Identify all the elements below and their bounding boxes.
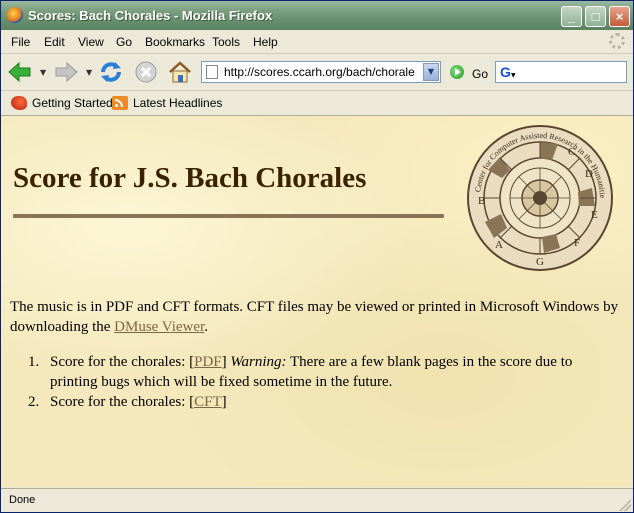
- list-item: 1. Score for the chorales: [PDF] Warning…: [10, 352, 620, 392]
- back-dropdown-icon[interactable]: ▼: [40, 68, 46, 77]
- bracket-close: ]: [221, 394, 227, 410]
- logo-letter-g: G: [536, 256, 544, 268]
- score-list: 1. Score for the chorales: [PDF] Warning…: [10, 352, 620, 412]
- ccarh-logo: Center for Computer Assisted Research in…: [464, 122, 613, 271]
- bookmark-getting-started[interactable]: Getting Started: [11, 95, 113, 111]
- logo-letter-a: A: [495, 239, 503, 251]
- rss-feed-icon: [112, 96, 128, 110]
- page-title: Score for J.S. Bach Chorales: [13, 162, 367, 194]
- stop-button[interactable]: [133, 59, 159, 85]
- status-bar: Done: [1, 488, 633, 512]
- url-dropdown-icon[interactable]: ▼: [423, 63, 439, 81]
- list-item: 2. Score for the chorales: [CFT]: [10, 392, 620, 412]
- menu-help[interactable]: Help: [253, 35, 278, 49]
- menu-tools[interactable]: Tools: [212, 35, 240, 49]
- item-text: Score for the chorales:: [50, 354, 190, 370]
- logo-letter-e: E: [591, 209, 598, 221]
- bookmark-latest-headlines[interactable]: Latest Headlines: [112, 95, 222, 111]
- firefox-icon: [7, 7, 23, 23]
- intro-end: .: [204, 319, 208, 335]
- cft-link[interactable]: CFT: [194, 394, 222, 410]
- intro-paragraph: The music is in PDF and CFT formats. CFT…: [10, 297, 624, 337]
- maximize-icon: □: [591, 9, 600, 24]
- back-button[interactable]: [7, 59, 33, 85]
- throbber-icon: [609, 33, 625, 49]
- bookmarks-toolbar: Getting Started Latest Headlines: [1, 91, 633, 116]
- go-icon[interactable]: [450, 65, 464, 79]
- search-box[interactable]: G ▼: [495, 61, 627, 83]
- logo-letter-d: D: [585, 168, 593, 180]
- logo-letter-b: B: [478, 195, 485, 207]
- warning-label: Warning:: [230, 354, 287, 370]
- menu-bar: File Edit View Go Bookmarks Tools Help: [1, 30, 633, 54]
- forward-arrow-icon: [55, 61, 78, 83]
- logo-letter-f: F: [574, 237, 580, 249]
- search-engine-dropdown-icon[interactable]: ▼: [511, 72, 516, 79]
- address-bar[interactable]: ▼: [201, 61, 441, 83]
- bracket-close: ]: [221, 354, 227, 370]
- title-divider: [13, 214, 444, 218]
- back-arrow-icon: [8, 61, 31, 83]
- resize-grip-icon[interactable]: [619, 499, 631, 511]
- search-input[interactable]: [520, 64, 620, 80]
- close-button[interactable]: ×: [609, 6, 630, 27]
- bookmark-label: Latest Headlines: [133, 96, 223, 110]
- url-input[interactable]: [224, 64, 420, 80]
- home-button[interactable]: [167, 59, 193, 85]
- title-bar[interactable]: Scores: Bach Chorales - Mozilla Firefox …: [1, 1, 633, 30]
- list-number: 2.: [28, 394, 40, 410]
- navigation-toolbar: ▼ ▼ http://scores.ccarh.org/bach/chorale…: [1, 54, 633, 91]
- menu-go[interactable]: Go: [116, 35, 132, 49]
- minimize-button[interactable]: _: [561, 6, 582, 27]
- menu-bookmarks[interactable]: Bookmarks: [145, 35, 205, 49]
- home-icon: [169, 61, 191, 83]
- page-content: Score for J.S. Bach Chorales Center for …: [1, 116, 633, 487]
- item-text: Score for the chorales:: [50, 394, 190, 410]
- menu-file[interactable]: File: [11, 35, 30, 49]
- reload-button[interactable]: [98, 59, 124, 85]
- google-search-icon[interactable]: G: [500, 64, 511, 80]
- list-number: 1.: [28, 354, 40, 370]
- status-text: Done: [9, 494, 36, 506]
- circle-of-fifths-seal: Center for Computer Assisted Research in…: [464, 122, 613, 271]
- window-title: Scores: Bach Chorales - Mozilla Firefox: [28, 8, 273, 23]
- forward-dropdown-icon[interactable]: ▼: [86, 68, 92, 77]
- page-icon: [206, 65, 218, 79]
- pdf-link[interactable]: PDF: [194, 354, 222, 370]
- firefox-bookmark-icon: [11, 96, 27, 110]
- logo-letter-c: C: [568, 146, 575, 158]
- intro-text: The music is in PDF and CFT formats. CFT…: [10, 299, 619, 335]
- bookmark-label: Getting Started: [32, 96, 113, 110]
- maximize-button[interactable]: □: [585, 6, 606, 27]
- menu-view[interactable]: View: [78, 35, 104, 49]
- browser-window: Scores: Bach Chorales - Mozilla Firefox …: [0, 0, 634, 513]
- close-icon: ×: [615, 9, 624, 24]
- reload-icon: [101, 62, 121, 82]
- go-button[interactable]: Go: [472, 67, 488, 81]
- stop-icon: [135, 61, 157, 83]
- forward-button[interactable]: [53, 59, 79, 85]
- minimize-icon: _: [567, 9, 576, 24]
- dmuse-viewer-link[interactable]: DMuse Viewer: [114, 319, 204, 335]
- menu-edit[interactable]: Edit: [44, 35, 65, 49]
